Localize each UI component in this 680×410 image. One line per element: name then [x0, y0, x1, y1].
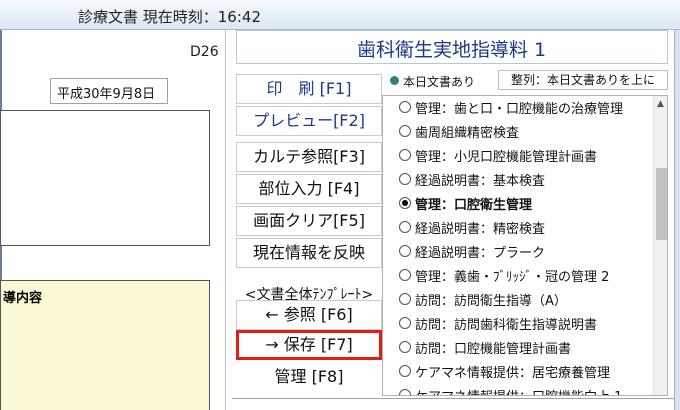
document-pane: D26 平成30年9月8日 導内容 [0, 30, 226, 410]
list-item-label: 訪問：訪問衛生指導（A） [415, 294, 567, 309]
site-input-button[interactable]: 部位入力 [F4] [236, 174, 382, 204]
radio-icon[interactable] [399, 173, 411, 185]
vertical-scrollbar[interactable]: ▲ [653, 96, 667, 395]
clear-screen-button[interactable]: 画面クリア[F5] [236, 206, 382, 236]
bottom-panel-edge [232, 398, 674, 410]
action-button-panel: 印 刷 [F1] プレビュー[F2] カルテ参照[F3] 部位入力 [F4] 画… [236, 70, 382, 396]
guidance-content-area[interactable]: 導内容 [0, 280, 210, 410]
page-title: 歯科衛生実地指導料 1 [357, 39, 547, 61]
list-item-label: ケアマネ情報提供：居宅療養管理 [415, 366, 611, 381]
radio-icon[interactable] [399, 149, 411, 161]
radio-icon[interactable] [399, 245, 411, 257]
radio-icon[interactable] [399, 317, 411, 329]
list-item-label: 経過説明書：プラーク [415, 246, 546, 261]
content-label: 導内容 [3, 291, 43, 306]
radio-icon[interactable] [399, 341, 411, 353]
list-item-label: 訪問：口腔機能管理計画書 [415, 342, 572, 357]
radio-icon[interactable] [399, 269, 411, 281]
template-save-button[interactable]: → 保存 [F7] [236, 330, 382, 360]
list-item-label: ケアマネ情報提供：口腔機能向上 1 [415, 386, 622, 395]
list-header: 本日文書あり 整列：本日文書ありを上に [388, 70, 674, 92]
radio-icon[interactable] [399, 221, 411, 233]
radio-icon[interactable] [399, 125, 411, 137]
template-manage-button[interactable]: 管理 [F8] [236, 362, 382, 392]
today-document-label: 本日文書あり [403, 75, 476, 89]
date-field[interactable]: 平成30年9月8日 [50, 78, 168, 104]
list-item-label: 経過説明書：精密検査 [415, 222, 546, 237]
chart-reference-button[interactable]: カルテ参照[F3] [236, 142, 382, 172]
list-item-label: 管理：小児口腔機能管理計画書 [415, 150, 598, 165]
radio-icon[interactable] [399, 101, 411, 113]
scrollbar-thumb[interactable] [656, 168, 667, 240]
list-item-label: 訪問：訪問歯科衛生指導説明書 [415, 318, 598, 333]
preview-button[interactable]: プレビュー[F2] [236, 106, 382, 136]
scroll-up-icon[interactable]: ▲ [657, 99, 664, 109]
today-document-indicator-icon [390, 76, 399, 85]
title-bar: 診療文書 現在時刻：16:42 [0, 0, 680, 30]
header-panel: 歯科衛生実地指導料 1 [236, 30, 668, 64]
list-item-label: 経過説明書：基本検査 [415, 174, 546, 189]
list-item-label: 管理：義歯・ﾌﾞﾘｯｼﾞ・冠の管理 2 [415, 270, 610, 285]
radio-icon[interactable] [399, 389, 411, 395]
window-frame-right [674, 30, 680, 410]
radio-selected-icon[interactable] [399, 197, 411, 209]
document-area[interactable] [0, 110, 210, 246]
print-button[interactable]: 印 刷 [F1] [236, 74, 382, 104]
reflect-current-info-button[interactable]: 現在情報を反映 [236, 238, 382, 268]
document-code: D26 [190, 44, 219, 60]
document-type-list: 管理：歯と口・口腔機能の治療管理 歯周組織精密検査管理：小児口腔機能管理計画書 経過… [382, 95, 668, 396]
list-item-label: 歯周組織精密検査 [415, 126, 520, 141]
list-item-label: 管理：口腔衛生管理 [415, 198, 533, 213]
window-title: 診療文書 現在時刻：16:42 [78, 8, 261, 26]
template-reference-button[interactable]: ← 参照 [F6] [236, 300, 382, 330]
list-item-label: 管理：歯と口・口腔機能の治療管理 [415, 102, 624, 117]
radio-icon[interactable] [399, 293, 411, 305]
sort-button[interactable]: 整列：本日文書ありを上に [498, 70, 668, 90]
radio-icon[interactable] [399, 365, 411, 377]
